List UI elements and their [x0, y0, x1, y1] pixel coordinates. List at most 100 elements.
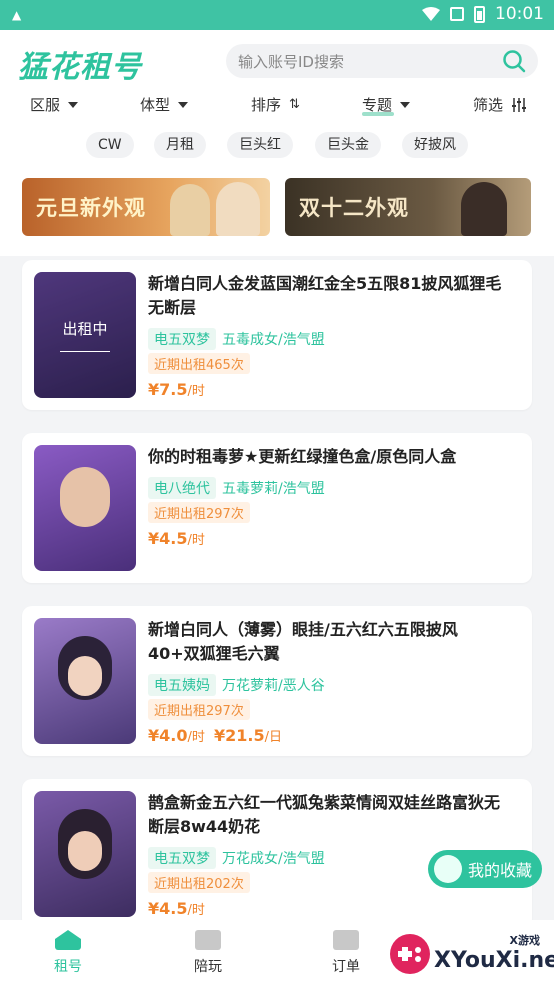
price-unit: /日: [264, 730, 282, 745]
nav-label: 租号: [54, 959, 82, 975]
app-notification-icon: ▲: [12, 8, 22, 22]
server-chip: 电五姨妈: [148, 674, 216, 696]
listing-thumbnail: [34, 618, 136, 744]
no-sim-icon: [450, 7, 464, 21]
wifi-icon: [422, 7, 440, 21]
character-art: [68, 831, 102, 871]
listing-title: 鹊盒新金五六红一代狐兔紫菜情阅双娃丝路富狄无断层8w44奶花: [148, 793, 501, 836]
my-favorites-button[interactable]: 我的收藏: [428, 850, 542, 888]
listing-card[interactable]: 出租中 新增白同人金发蓝国潮红金全5五限81披风狐狸毛无断层 电五双梦 五毒成女…: [22, 260, 532, 410]
sect-text: 万花成女/浩气盟: [222, 851, 325, 867]
listing-meta: 电八绝代 五毒萝莉/浩气盟: [148, 477, 325, 499]
battery-icon: [474, 5, 485, 23]
filter-screen[interactable]: 筛选: [473, 94, 527, 115]
watermark-site: XYouXi.net: [434, 948, 554, 973]
rent-count-chip: 近期出租202次: [148, 872, 250, 893]
listing-card[interactable]: 你的时租毒萝★更新红绿撞色盒/原色同人盒 电八绝代 五毒萝莉/浩气盟 近期出租2…: [22, 433, 532, 583]
listing-title: 新增白同人金发蓝国潮红金全5五限81披风狐狸毛无断层: [148, 274, 502, 317]
filter-icon: [512, 97, 527, 112]
tag-red[interactable]: 巨头红: [227, 132, 293, 158]
banner-new-year[interactable]: 元旦新外观: [22, 178, 270, 236]
banner-row: 元旦新外观 双十二外观: [0, 168, 554, 256]
price-value: ¥4.0: [148, 726, 188, 745]
nav-label: 订单: [332, 959, 360, 975]
rent-count-chip: 近期出租297次: [148, 699, 250, 720]
caret-down-icon: [68, 101, 79, 108]
heart-icon: [434, 855, 462, 883]
cup-icon: [195, 930, 221, 950]
hourly-price: ¥7.5/时: [148, 380, 205, 399]
character-art: [68, 656, 102, 696]
home-icon: [55, 930, 81, 950]
listing-meta: 电五双梦 万花成女/浩气盟: [148, 847, 325, 869]
status-time: 10:01: [495, 4, 544, 24]
banner-title: 元旦新外观: [36, 196, 146, 220]
daily-price: ¥21.5/日: [214, 726, 282, 745]
favorites-label: 我的收藏: [468, 861, 533, 880]
price-value: ¥4.5: [148, 899, 188, 918]
listing-meta: 电五姨妈 万花萝莉/恶人谷: [148, 674, 325, 696]
tag-gold[interactable]: 巨头金: [315, 132, 381, 158]
character-art: [170, 184, 210, 236]
nav-label: 陪玩: [194, 959, 222, 975]
search-input[interactable]: 输入账号ID搜索: [226, 44, 538, 78]
search-icon[interactable]: [502, 49, 526, 73]
price-unit: /时: [187, 730, 205, 745]
server-chip: 电八绝代: [148, 477, 216, 499]
sort-icon: ⇅: [289, 97, 300, 112]
filter-sort[interactable]: 排序 ⇅: [251, 94, 300, 115]
gamepad-logo: [390, 934, 430, 974]
badge-divider: [60, 351, 110, 352]
price-value: ¥7.5: [148, 380, 188, 399]
tag-cw[interactable]: CW: [86, 132, 134, 158]
caret-down-icon: [178, 101, 189, 108]
header: 猛花租号 输入账号ID搜索: [0, 30, 554, 92]
nav-rent[interactable]: 租号: [28, 930, 108, 976]
filter-label: 筛选: [473, 96, 504, 114]
filter-body-type[interactable]: 体型: [140, 94, 189, 115]
server-chip: 电五双梦: [148, 328, 216, 350]
listing-thumbnail: [34, 791, 136, 917]
sect-text: 五毒萝莉/浩气盟: [222, 481, 325, 497]
price-unit: /时: [187, 903, 205, 918]
price-unit: /时: [187, 533, 205, 548]
price-value: ¥4.5: [148, 529, 188, 548]
character-art: [216, 182, 260, 236]
listing-thumbnail: [34, 445, 136, 571]
quick-tags: CW 月租 巨头红 巨头金 好披风: [0, 120, 554, 168]
listing-title: 新增白同人（薄雾）眼挂/五六红六五限披风40+双狐狸毛六翼: [148, 620, 458, 663]
filter-region[interactable]: 区服: [30, 94, 79, 115]
rented-badge: 出租中: [34, 272, 136, 398]
caret-down-icon: [400, 101, 411, 108]
status-bar: ▲ 10:01: [0, 0, 554, 30]
nav-companion[interactable]: 陪玩: [168, 930, 248, 976]
character-art: [60, 467, 110, 527]
listing-thumbnail: 出租中: [34, 272, 136, 398]
sect-text: 五毒成女/浩气盟: [222, 332, 325, 348]
rent-count-chip: 近期出租465次: [148, 353, 250, 374]
filter-label: 体型: [140, 96, 171, 114]
sect-text: 万花萝莉/恶人谷: [222, 678, 325, 694]
document-icon: [333, 930, 359, 950]
active-filter-indicator: [362, 112, 394, 116]
nav-orders[interactable]: 订单: [306, 930, 386, 976]
tag-monthly[interactable]: 月租: [154, 132, 206, 158]
rent-count-chip: 近期出租297次: [148, 502, 250, 523]
search-placeholder: 输入账号ID搜索: [238, 53, 344, 71]
rented-badge-label: 出租中: [62, 320, 108, 338]
app-logo: 猛花租号: [18, 50, 142, 85]
watermark-small: X游戏: [509, 934, 540, 947]
listing-title: 你的时租毒萝★更新红绿撞色盒/原色同人盒: [148, 447, 457, 466]
listing-card[interactable]: 新增白同人（薄雾）眼挂/五六红六五限披风40+双狐狸毛六翼 电五姨妈 万花萝莉/…: [22, 606, 532, 756]
filter-label: 区服: [30, 96, 61, 114]
filter-label: 排序: [251, 96, 282, 114]
banner-double-twelve[interactable]: 双十二外观: [285, 178, 531, 236]
hourly-price: ¥4.5/时: [148, 899, 205, 918]
watermark: X游戏 XYouXi.net: [386, 928, 554, 982]
server-chip: 电五双梦: [148, 847, 216, 869]
filter-bar: 区服 体型 排序 ⇅ 专题 筛选: [0, 90, 554, 120]
hourly-price: ¥4.5/时: [148, 529, 205, 548]
banner-title: 双十二外观: [299, 196, 409, 220]
hourly-price: ¥4.0/时: [148, 726, 205, 745]
tag-cape[interactable]: 好披风: [402, 132, 468, 158]
